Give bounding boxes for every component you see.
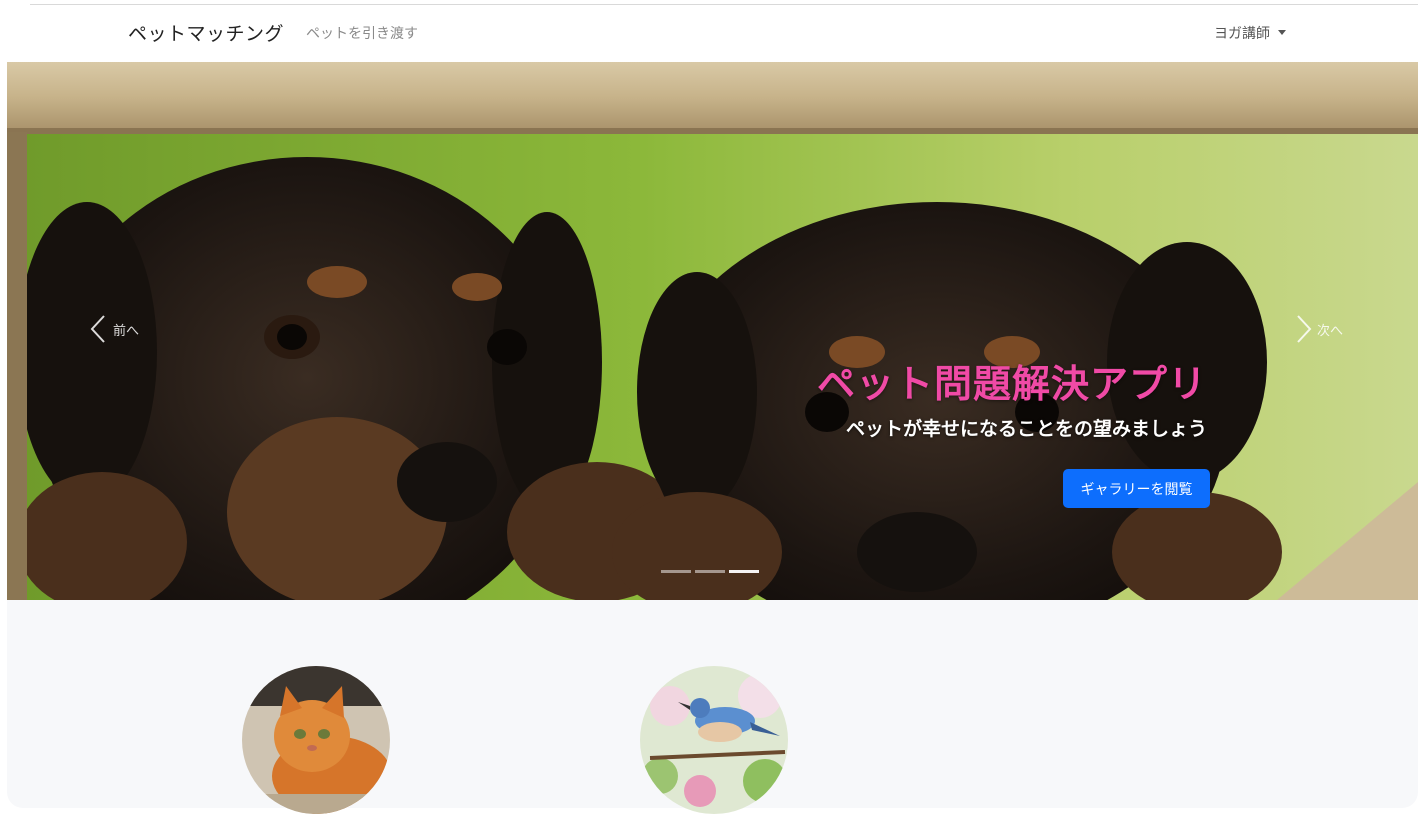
cat-avatar[interactable]	[242, 666, 390, 814]
puppies-photo	[7, 62, 1418, 600]
carousel-indicators	[661, 570, 759, 573]
carousel-indicator[interactable]	[695, 570, 725, 573]
chevron-left-icon	[90, 315, 105, 343]
carousel-caption: ペット問題解決アプリ ペットが幸せになることをの望みましょう	[787, 360, 1207, 442]
carousel-prev-button[interactable]: 前へ	[89, 314, 139, 344]
brand-link[interactable]: ペットマッチング	[128, 19, 284, 46]
chevron-right-icon	[1297, 315, 1312, 343]
nav-link-handover[interactable]: ペットを引き渡す	[306, 23, 418, 43]
carousel-next-label: 次へ	[1317, 323, 1344, 339]
featured-pets-section	[7, 600, 1418, 814]
user-menu-label: ヨガ講師	[1214, 26, 1270, 42]
carousel-indicator-active[interactable]	[729, 570, 759, 573]
hero-carousel: 前へ 次へ ペット問題解決アプリ ペットが幸せになることをの望みましょう ギャラ…	[7, 62, 1418, 600]
page: ペットマッチング ペットを引き渡す ヨガ講師 前へ 次へ ペット問題解決アプリ …	[0, 0, 1418, 820]
caption-subtitle: ペットが幸せになることをの望みましょう	[845, 418, 1207, 440]
user-menu-dropdown[interactable]: ヨガ講師	[1214, 23, 1286, 43]
caret-down-icon	[1278, 30, 1286, 35]
carousel-next-button[interactable]: 次へ	[1293, 314, 1343, 344]
carousel-indicator[interactable]	[661, 570, 691, 573]
cat-photo	[242, 666, 390, 814]
bird-avatar[interactable]	[640, 666, 788, 814]
browse-gallery-button[interactable]: ギャラリーを閲覧	[1063, 469, 1210, 508]
carousel-prev-label: 前へ	[113, 323, 140, 339]
navbar: ペットマッチング ペットを引き渡す ヨガ講師	[0, 5, 1418, 61]
caption-title: ペット問題解決アプリ	[816, 362, 1207, 406]
bird-photo	[640, 666, 788, 814]
